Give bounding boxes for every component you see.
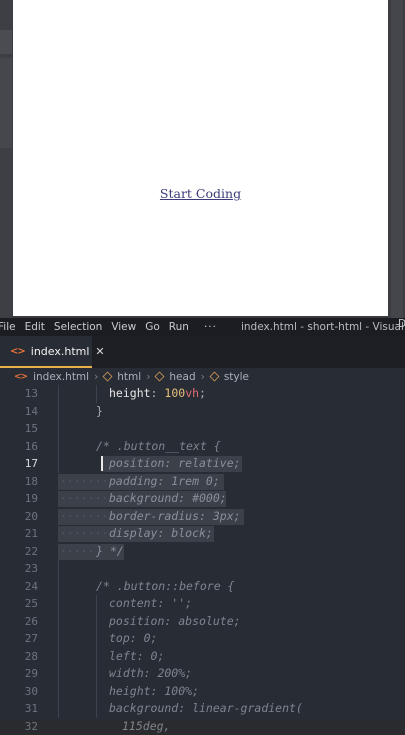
code-line[interactable]: 19 ······· background: #000; <box>0 490 405 508</box>
element-icon <box>155 372 165 382</box>
line-number: 20 <box>0 508 38 526</box>
menu-run[interactable]: Run <box>169 321 189 333</box>
code-line[interactable]: 31 background: linear-gradient( <box>0 700 405 718</box>
line-number: 28 <box>0 648 38 666</box>
menu-edit[interactable]: Edit <box>25 321 45 333</box>
tab-label: index.html <box>31 345 90 358</box>
line-number: 24 <box>0 578 38 596</box>
element-icon <box>209 372 219 382</box>
preview-page: Start Coding <box>13 0 388 316</box>
code-text: } */ <box>96 543 124 561</box>
line-number: 30 <box>0 683 38 701</box>
code-text: height: 100vh; <box>109 385 206 403</box>
code-line[interactable]: 26 position: absolute; <box>0 613 405 631</box>
line-number: 21 <box>0 525 38 543</box>
code-line[interactable]: 23 <box>0 560 405 578</box>
close-icon[interactable]: ✕ <box>95 345 104 358</box>
line-number: 18 <box>0 473 38 491</box>
menu-file[interactable]: File <box>0 321 16 333</box>
code-line[interactable]: 28 left: 0; <box>0 648 405 666</box>
panel-tab[interactable] <box>0 58 12 148</box>
breadcrumb-item-style[interactable]: style <box>224 371 249 383</box>
vscode-window: File Edit Selection View Go Run ··· inde… <box>0 318 405 720</box>
breadcrumb-item-head[interactable]: head <box>169 371 195 383</box>
code-text: background: linear-gradient( <box>109 700 303 718</box>
preview-scrollbar[interactable] <box>388 0 405 318</box>
chevron-right-icon: › <box>146 371 150 383</box>
code-text: background: #000; <box>109 490 227 508</box>
code-text: display: block; <box>109 525 213 543</box>
code-line[interactable]: 16 /* .button__text { <box>0 438 405 456</box>
line-number: 15 <box>0 420 38 438</box>
line-number: 32 <box>0 718 38 735</box>
more-menu-icon[interactable]: ··· <box>204 321 217 333</box>
code-line[interactable]: 24 /* .button::before { <box>0 578 405 596</box>
html-file-icon: <> <box>14 372 27 382</box>
line-number: 31 <box>0 700 38 718</box>
line-number: 27 <box>0 630 38 648</box>
code-line[interactable]: 27 top: 0; <box>0 630 405 648</box>
breadcrumb-item-html[interactable]: html <box>117 371 141 383</box>
code-editor[interactable]: 13 height: 100vh; 14 } 15 16 /* .button_… <box>0 385 405 720</box>
menu-bar: File Edit Selection View Go Run ··· inde… <box>0 318 405 336</box>
code-line[interactable]: 18 ······· padding: 1rem 0; <box>0 473 405 491</box>
code-line[interactable]: 25 content: ''; <box>0 595 405 613</box>
browser-preview: Start Coding <box>0 0 405 318</box>
code-line[interactable]: 15 <box>0 420 405 438</box>
code-text: /* .button::before { <box>96 578 234 596</box>
menu-go[interactable]: Go <box>145 321 160 333</box>
line-number: 29 <box>0 665 38 683</box>
code-line[interactable]: 20 ······· border-radius: 3px; <box>0 508 405 526</box>
code-text: } <box>96 403 103 421</box>
element-icon <box>103 372 113 382</box>
code-text: top: 0; <box>109 630 157 648</box>
panel-tab[interactable] <box>0 30 12 54</box>
line-number: 23 <box>0 560 38 578</box>
window-title: index.html - short-html - Visual ... <box>241 321 405 333</box>
code-line[interactable]: 32 115deg, <box>0 718 405 735</box>
code-text: width: 200%; <box>109 665 192 683</box>
scrollbar-track[interactable] <box>391 0 403 318</box>
code-text: position: absolute; <box>109 613 241 631</box>
code-line[interactable]: 21 ······· display: block; <box>0 525 405 543</box>
line-number: 26 <box>0 613 38 631</box>
tab-index-html[interactable]: <> index.html ✕ <box>0 336 92 368</box>
code-line[interactable]: 29 width: 200%; <box>0 665 405 683</box>
start-coding-link[interactable]: Start Coding <box>13 186 388 201</box>
line-number: 16 <box>0 438 38 456</box>
breadcrumb: <> index.html › html › head › style <box>0 368 405 385</box>
code-text: /* .button__text { <box>96 438 221 456</box>
code-text: padding: 1rem 0; <box>109 473 220 491</box>
line-number: 22 <box>0 543 38 561</box>
window-edge-label: D <box>398 318 405 330</box>
line-number: 19 <box>0 490 38 508</box>
text-cursor <box>101 456 103 471</box>
chevron-right-icon: › <box>201 371 205 383</box>
code-text: left: 0; <box>109 648 164 666</box>
menu-selection[interactable]: Selection <box>54 321 102 333</box>
preview-left-panel <box>0 0 12 318</box>
code-line[interactable]: 13 height: 100vh; <box>0 385 405 403</box>
code-line[interactable]: 22 ····· } */ <box>0 543 405 561</box>
line-number: 13 <box>0 385 38 403</box>
code-text: content: ''; <box>109 595 192 613</box>
code-line-active[interactable]: 17 position: relative; <box>0 455 405 473</box>
chevron-right-icon: › <box>94 371 98 383</box>
code-line[interactable]: 30 height: 100%; <box>0 683 405 701</box>
code-text: height: 100%; <box>109 683 199 701</box>
menu-view[interactable]: View <box>111 321 136 333</box>
code-text: position: relative; <box>109 455 241 473</box>
line-number: 14 <box>0 403 38 421</box>
code-line[interactable]: 14 } <box>0 403 405 421</box>
line-number: 25 <box>0 595 38 613</box>
line-number: 17 <box>0 455 38 473</box>
html-file-icon: <> <box>10 346 25 357</box>
code-text: border-radius: 3px; <box>109 508 241 526</box>
editor-tab-bar: <> index.html ✕ <box>0 336 405 369</box>
code-text: 115deg, <box>122 718 170 735</box>
breadcrumb-item-file[interactable]: index.html <box>33 371 89 383</box>
